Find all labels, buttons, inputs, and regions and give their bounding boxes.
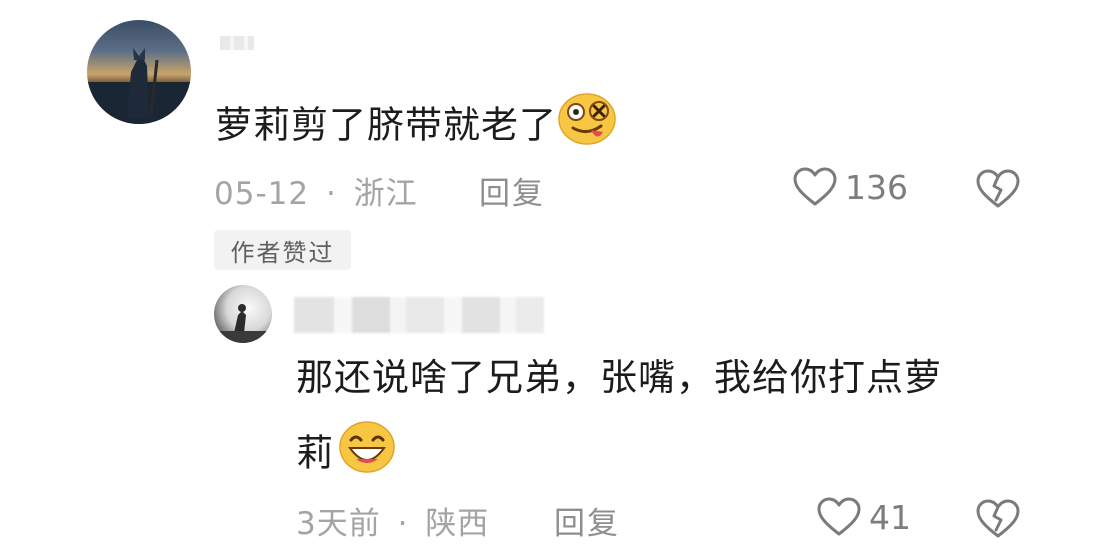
reply-like-button[interactable]: 41 — [816, 496, 911, 538]
like-button[interactable]: 136 — [792, 166, 908, 208]
reply-text-line1: 那还说啥了兄弟，张嘴，我给你打点萝 — [296, 356, 942, 399]
replier-username-blurred[interactable] — [294, 297, 544, 333]
reply-text-line2-row: 莉 — [296, 420, 942, 490]
reply-meta: 3天前 · 陕西 — [296, 498, 489, 543]
reply-dislike-button[interactable] — [975, 498, 1021, 544]
reply-button[interactable]: 回复 — [479, 168, 545, 213]
commenter-username-blurred[interactable] — [220, 36, 254, 50]
heart-outline-icon — [793, 167, 837, 206]
meta-separator: · — [397, 506, 409, 542]
dislike-button[interactable] — [975, 168, 1021, 214]
comment-meta: 05-12 · 浙江 — [214, 168, 418, 213]
reply-text-line2: 莉 — [296, 431, 334, 475]
avatar-image — [87, 48, 191, 124]
heart-outline-icon — [817, 497, 861, 536]
commenter-avatar[interactable] — [87, 20, 191, 124]
crazy-face-emoji-icon — [557, 92, 617, 162]
author-liked-badge: 作者赞过 — [214, 230, 351, 270]
reply-location: 陕西 — [425, 506, 490, 542]
comment-location: 浙江 — [353, 176, 418, 212]
reply-text: 那还说啥了兄弟，张嘴，我给你打点萝 莉 — [296, 350, 942, 490]
reply-like-count: 41 — [869, 497, 911, 537]
reply-to-reply-button[interactable]: 回复 — [554, 498, 620, 543]
replier-avatar[interactable] — [214, 285, 272, 343]
reply-date: 3天前 — [296, 506, 381, 542]
broken-heart-icon — [976, 499, 1020, 538]
comment-text-content: 萝莉剪了脐带就老了 — [215, 103, 557, 147]
comment-text: 萝莉剪了脐带就老了 — [215, 92, 617, 162]
grinning-face-emoji-icon — [338, 420, 396, 490]
broken-heart-icon — [976, 169, 1020, 208]
like-count: 136 — [845, 167, 908, 207]
comment-date: 05-12 — [214, 176, 310, 212]
avatar-image — [214, 304, 272, 343]
meta-separator: · — [325, 176, 337, 212]
